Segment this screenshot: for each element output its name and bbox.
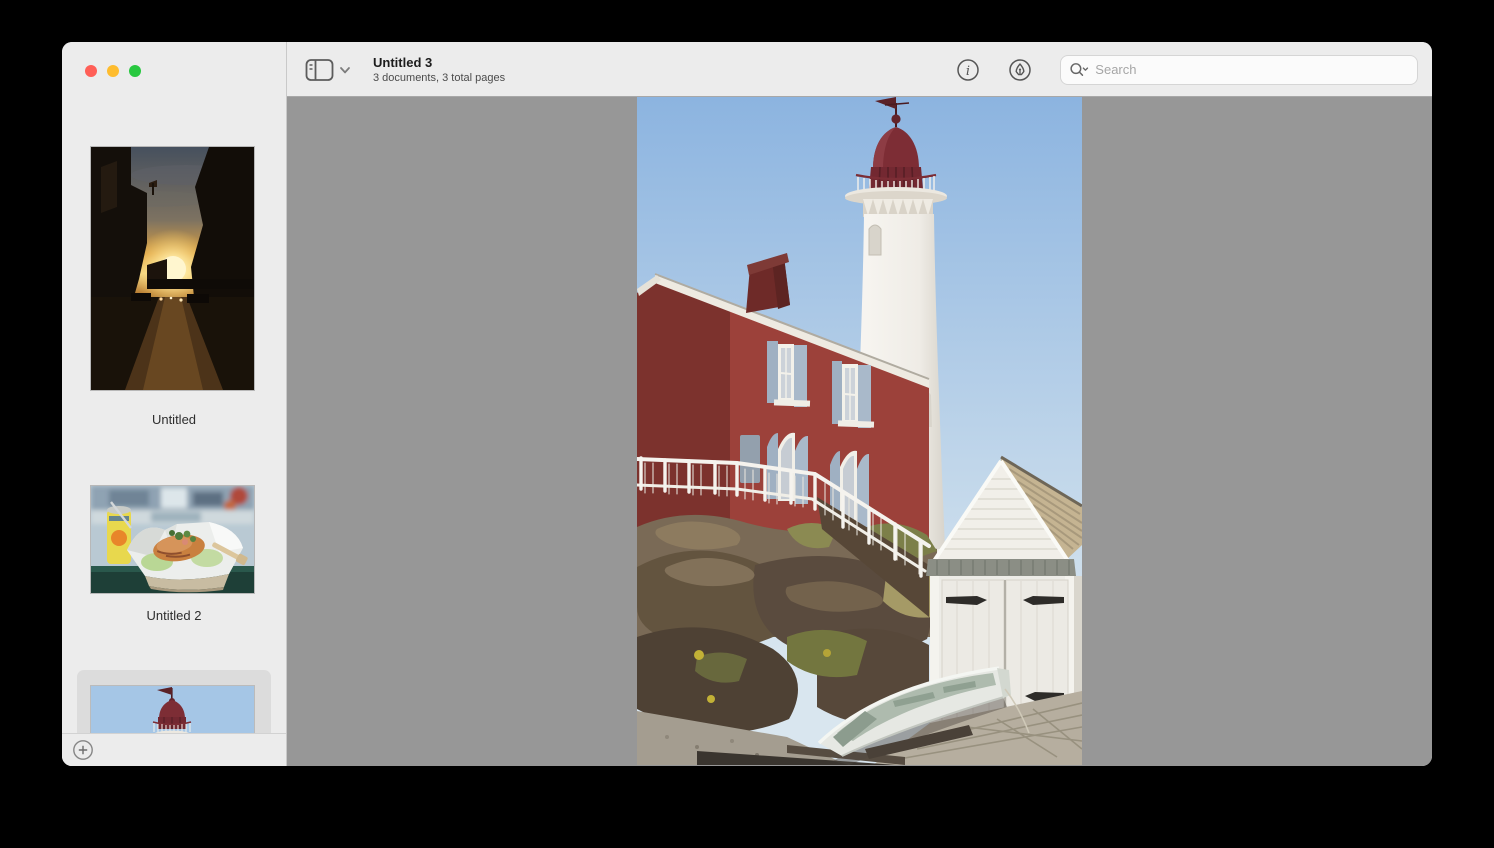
lighthouse-top-photo [91,686,254,733]
svg-text:i: i [966,64,970,79]
info-button[interactable]: i [956,58,980,82]
markup-pen-icon [1008,58,1032,82]
search-input[interactable] [1095,62,1409,77]
takeout-food-photo [91,486,254,593]
sunset-street-photo [91,147,254,390]
plus-circle-icon [72,739,94,761]
window-title: Untitled 3 [373,55,505,71]
search-field[interactable] [1060,55,1418,85]
chevron-down-icon [339,65,351,75]
lighthouse-photo [637,97,1082,765]
main-pane: Untitled 3 3 documents, 3 total pages i [287,42,1432,766]
document-title-block: Untitled 3 3 documents, 3 total pages [373,55,505,85]
add-document-button[interactable] [72,739,94,761]
document-thumbnail-list: Untitled [62,42,286,733]
thumbnail-label: Untitled [62,412,286,427]
sidebar: Untitled [62,42,287,766]
document-canvas [287,97,1432,766]
sidebar-panel-icon [305,58,335,82]
thumbnail-untitled-2[interactable] [91,486,254,593]
thumbnail-label: Untitled 2 [62,608,286,623]
sidebar-footer [62,733,286,766]
window-subtitle: 3 documents, 3 total pages [373,71,505,85]
preview-window: Untitled [62,42,1432,766]
search-icon [1069,61,1089,79]
sidebar-toggle-button[interactable] [305,58,351,82]
thumbnail-untitled-3-selected[interactable] [91,686,254,733]
thumbnail-untitled[interactable] [91,147,254,390]
markup-button[interactable] [1008,58,1032,82]
toolbar: Untitled 3 3 documents, 3 total pages i [287,42,1432,97]
info-circle-icon: i [956,58,980,82]
